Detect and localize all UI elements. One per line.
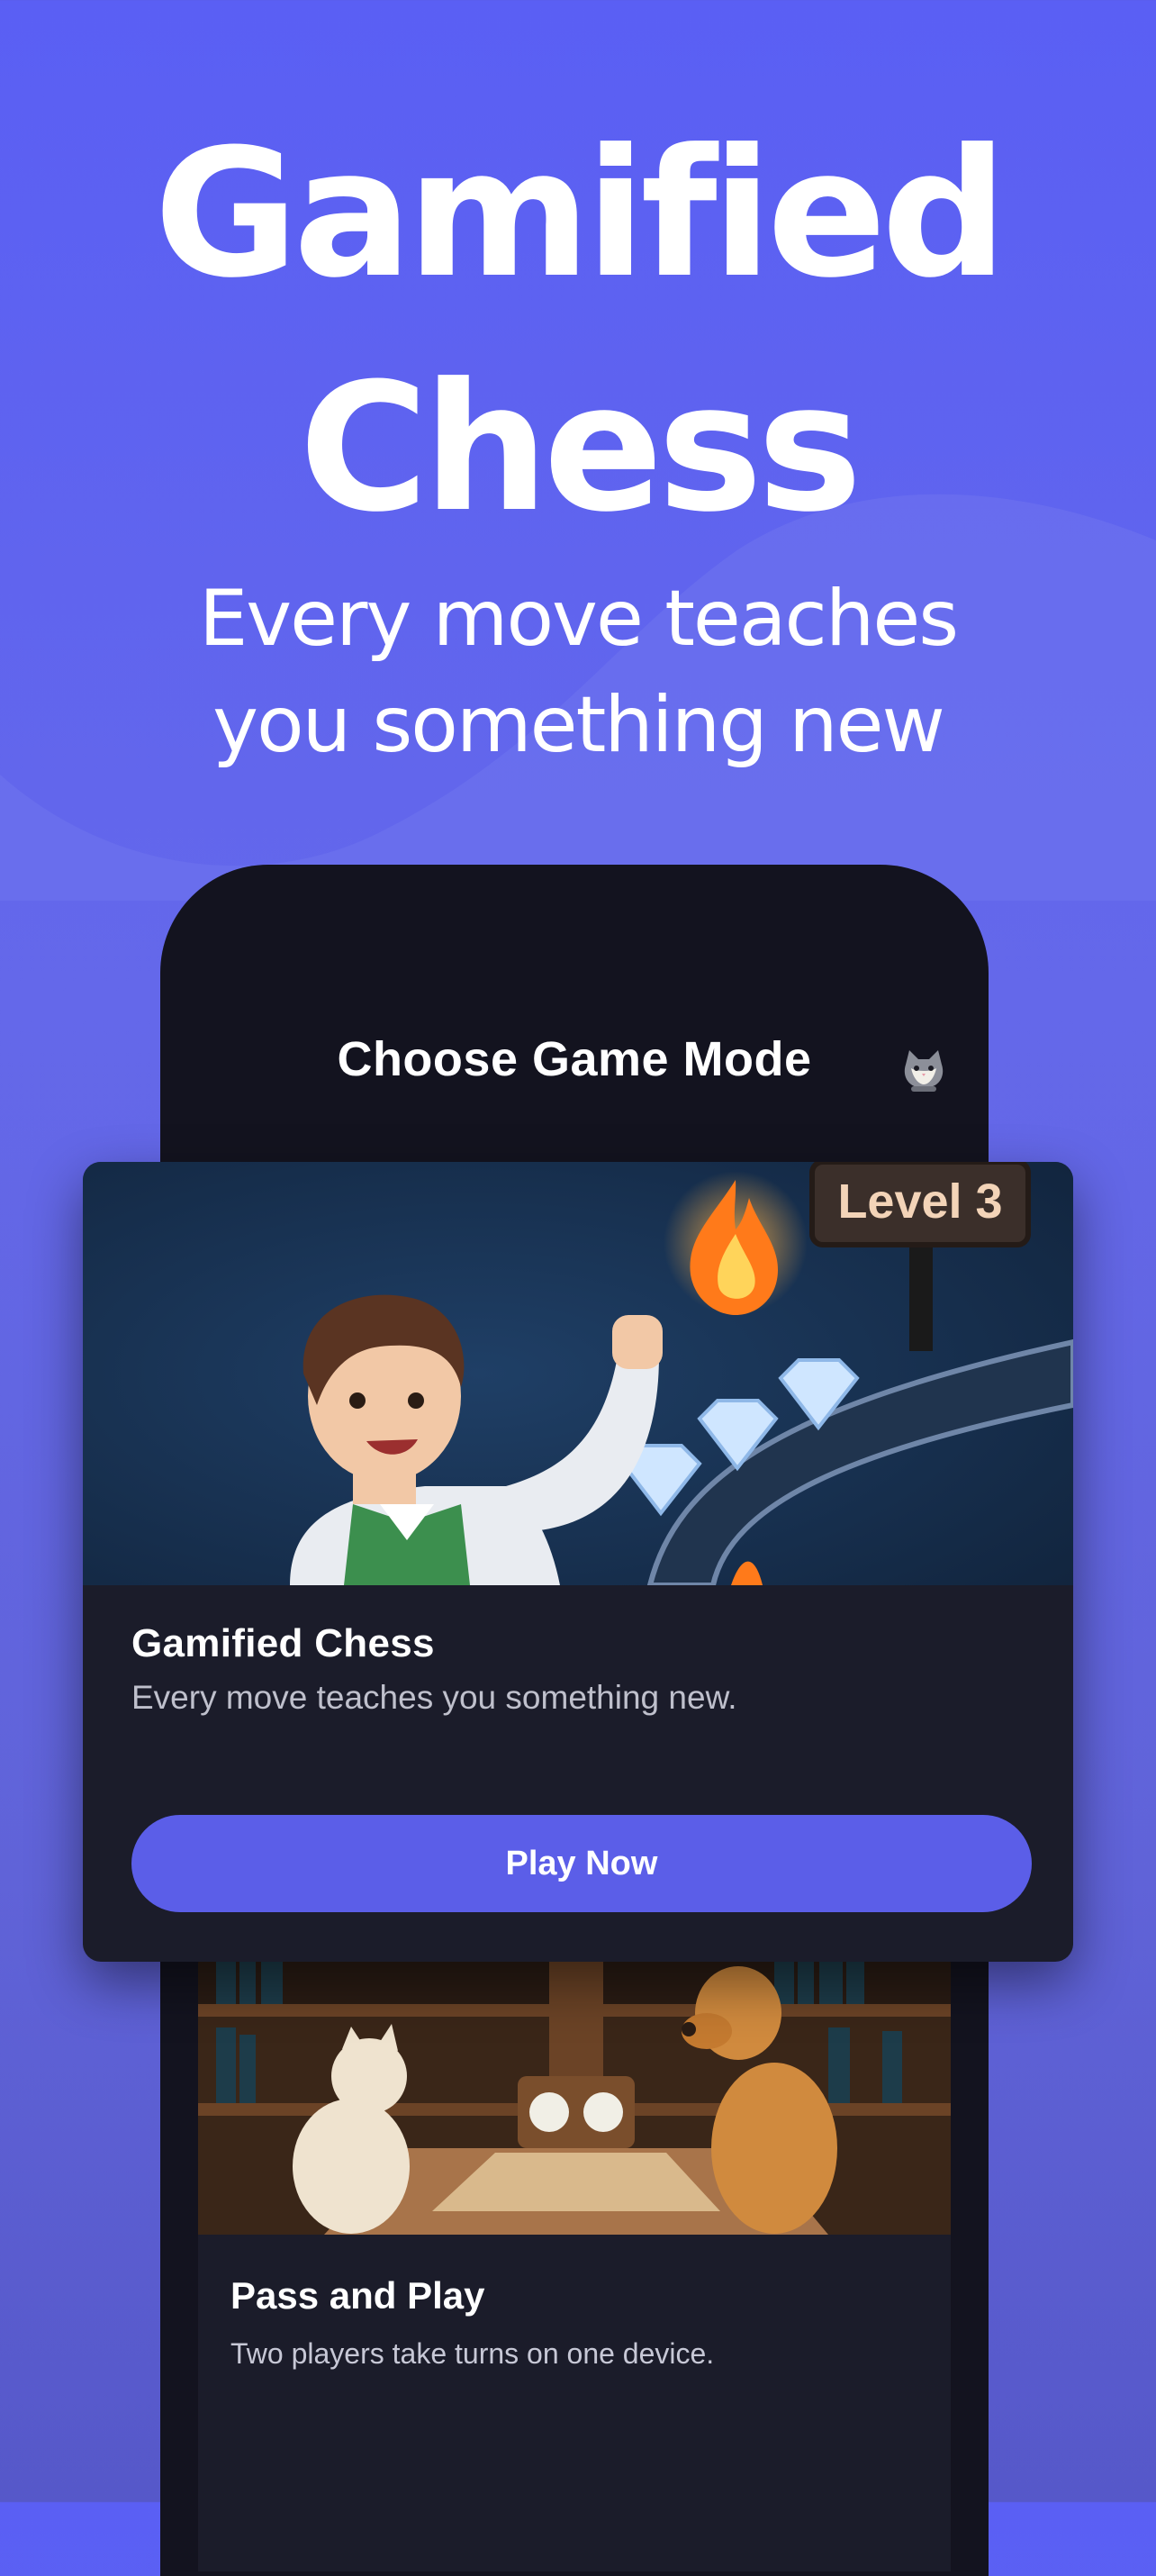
- gamified-chess-card[interactable]: Level 3 Gamified Chess Every move teache…: [83, 1162, 1073, 1962]
- pass-and-play-title: Pass and Play: [230, 2274, 485, 2317]
- pass-and-play-illustration: [198, 1941, 951, 2235]
- hero-title-line2: Chess: [299, 346, 862, 551]
- gamified-chess-illustration: Level 3: [83, 1162, 1073, 1585]
- hero-subtitle-line1: Every move teaches: [198, 574, 959, 664]
- level-badge: Level 3: [837, 1175, 1002, 1229]
- play-now-button[interactable]: Play Now: [131, 1815, 1032, 1912]
- pass-and-play-description: Two players take turns on one device.: [230, 2337, 715, 2370]
- cat-avatar-icon[interactable]: [899, 1045, 949, 1095]
- gamified-chess-title: Gamified Chess: [131, 1621, 435, 1665]
- hero-subtitle-line2: you something new: [212, 680, 945, 770]
- gamified-chess-description: Every move teaches you something new.: [131, 1679, 737, 1716]
- pass-and-play-card[interactable]: Pass and Play Two players take turns on …: [198, 1941, 951, 2571]
- hero-title-line1: Gamified: [153, 112, 1007, 317]
- page-title: Choose Game Mode: [337, 1032, 812, 1086]
